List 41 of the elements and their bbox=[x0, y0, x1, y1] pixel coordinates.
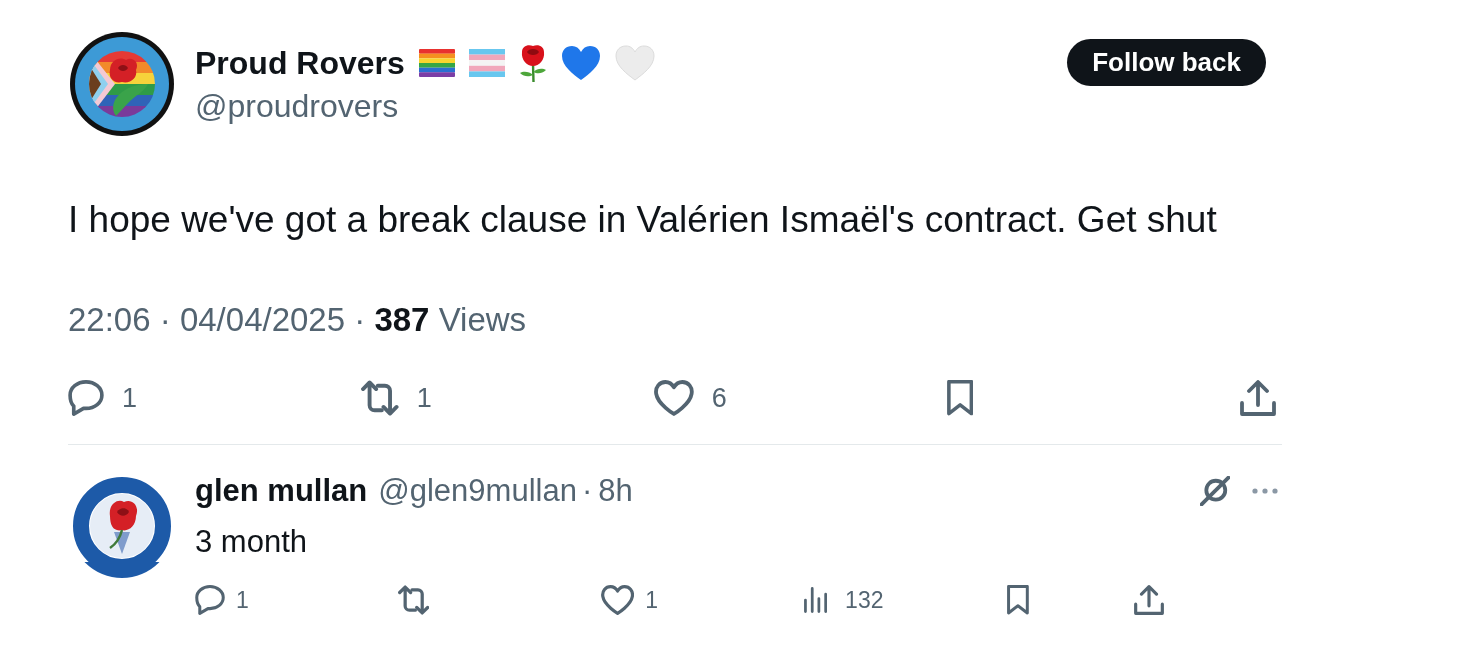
author-handle[interactable]: @proudrovers bbox=[195, 86, 655, 126]
speech-bubble-icon bbox=[195, 585, 225, 615]
post-meta: 22:06 · 04/04/2025 · 387 Views bbox=[68, 300, 528, 340]
heart-icon bbox=[654, 380, 694, 416]
bookmark-icon bbox=[1007, 585, 1029, 615]
rainbow-flag-icon bbox=[418, 49, 455, 77]
heart-icon bbox=[560, 45, 601, 81]
more-icon[interactable] bbox=[1252, 488, 1278, 494]
reply-author-name[interactable]: glen mullan bbox=[195, 473, 368, 509]
follow-back-button[interactable]: Follow back bbox=[1067, 39, 1266, 86]
rose-icon bbox=[518, 44, 547, 82]
bar-chart-icon bbox=[804, 587, 828, 613]
reply-button[interactable]: 1 bbox=[195, 585, 249, 615]
author-name[interactable]: Proud Rovers bbox=[195, 43, 405, 83]
bookmark-icon bbox=[947, 380, 974, 416]
slashed-circle-icon[interactable] bbox=[1200, 476, 1230, 506]
post-text: I hope we've got a break clause in Valérien Ismaël's contract. Get shut bbox=[68, 198, 1218, 242]
share-icon bbox=[1240, 380, 1276, 416]
repost-button[interactable]: 1 bbox=[361, 380, 432, 416]
bookmark-button[interactable] bbox=[947, 380, 974, 416]
views-button[interactable]: 132 bbox=[804, 585, 884, 615]
repeat-arrows-icon bbox=[398, 585, 430, 615]
heart-icon bbox=[601, 585, 635, 615]
share-icon bbox=[1134, 585, 1164, 615]
heart-icon bbox=[614, 45, 655, 81]
share-button[interactable] bbox=[1240, 380, 1276, 416]
reply-button[interactable]: 1 bbox=[68, 380, 138, 416]
like-button[interactable]: 1 bbox=[601, 585, 658, 615]
reply-author-handle[interactable]: @glen9mullan bbox=[378, 473, 577, 509]
reply-time[interactable]: 8h bbox=[598, 473, 633, 509]
trans-flag-icon bbox=[468, 49, 505, 77]
repeat-arrows-icon bbox=[361, 380, 399, 416]
profile-avatar[interactable] bbox=[70, 474, 174, 578]
like-button[interactable]: 6 bbox=[654, 380, 727, 416]
reply-text: 3 month bbox=[195, 523, 308, 561]
bookmark-button[interactable] bbox=[1007, 585, 1029, 615]
dot-separator: · bbox=[581, 473, 593, 509]
profile-avatar[interactable] bbox=[70, 32, 174, 136]
repost-button[interactable] bbox=[398, 585, 430, 615]
speech-bubble-icon bbox=[68, 380, 104, 416]
share-button[interactable] bbox=[1134, 585, 1164, 615]
